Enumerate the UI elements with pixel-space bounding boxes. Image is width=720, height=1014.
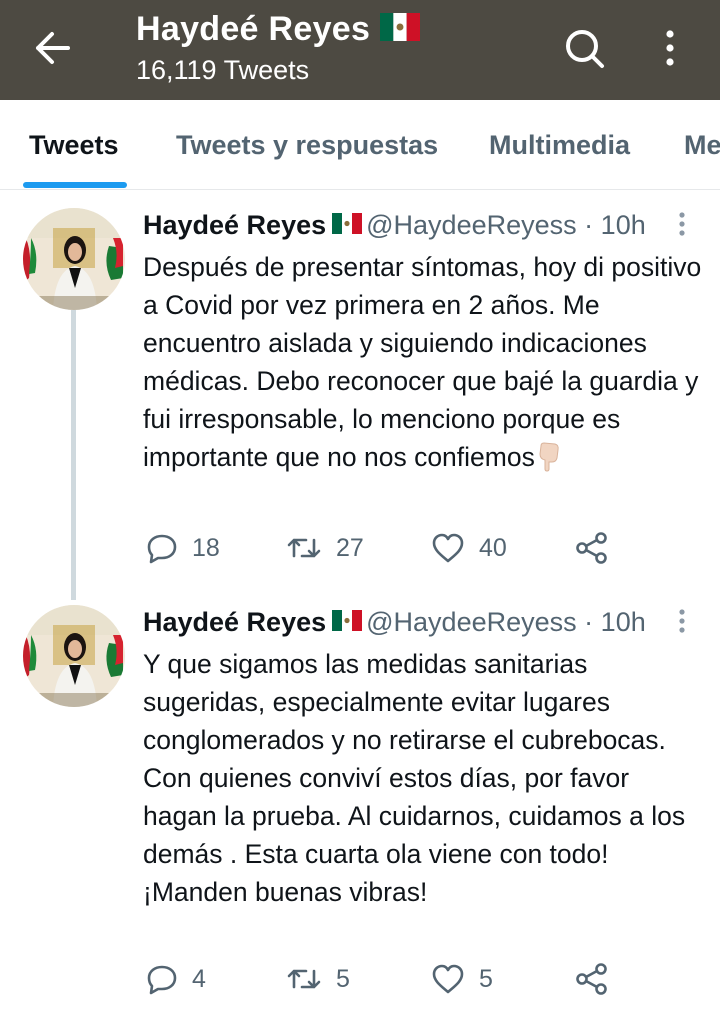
like-count: 5: [479, 964, 493, 993]
tab-multimedia[interactable]: Multimedia: [489, 130, 630, 161]
mexico-flag-icon: [332, 213, 363, 235]
avatar[interactable]: [23, 605, 125, 707]
tweet-count: 16,119 Tweets: [136, 55, 310, 85]
caret-more-icon: [679, 609, 685, 633]
search-button[interactable]: [560, 24, 608, 72]
caret-more-icon: [679, 212, 685, 236]
backhand-index-pointing-down-icon: [539, 442, 559, 472]
tweet-time: 10h: [600, 210, 646, 240]
back-arrow-icon: [36, 32, 70, 64]
reply-icon: [147, 534, 177, 564]
tweet-text: Y que sigamos las medidas sanitarias sug…: [143, 645, 703, 911]
profile-name: Haydeé Reyes: [136, 10, 371, 48]
mexico-flag-icon: [380, 13, 421, 42]
tab-me-gusta[interactable]: Me: [684, 130, 720, 161]
avatar-image: [23, 605, 125, 707]
share-button[interactable]: [575, 959, 623, 999]
retweet-button[interactable]: 27: [286, 528, 364, 568]
share-icon: [576, 532, 607, 564]
tweet-menu-button[interactable]: [672, 210, 692, 240]
author-name[interactable]: Haydeé Reyes: [143, 607, 326, 637]
tweet-header: Haydeé Reyes @HaydeeReyess · 10h: [143, 210, 646, 241]
tweet-body: Y que sigamos las medidas sanitarias sug…: [143, 649, 686, 907]
tweet-header: Haydeé Reyes @HaydeeReyess · 10h: [143, 607, 646, 638]
retweet-count: 27: [336, 533, 364, 562]
tab-tweets[interactable]: Tweets: [29, 130, 119, 161]
tweet-actions: 18 27 40: [143, 528, 703, 568]
search-icon: [566, 30, 604, 68]
tweet-menu-button[interactable]: [672, 607, 692, 637]
reply-button[interactable]: 4: [146, 959, 206, 999]
reply-count: 18: [192, 533, 220, 562]
time-separator: ·: [584, 607, 594, 637]
profile-tabs: Tweets Tweets y respuestas Multimedia Me: [0, 100, 720, 190]
like-button[interactable]: 5: [431, 959, 493, 999]
tweet-text: Después de presentar síntomas, hoy di po…: [143, 248, 703, 476]
reply-count: 4: [192, 964, 206, 993]
share-icon: [576, 963, 607, 995]
like-count: 40: [479, 533, 507, 562]
back-button[interactable]: [30, 28, 76, 68]
active-tab-indicator: [23, 182, 127, 188]
share-button[interactable]: [575, 528, 623, 568]
thread-line: [71, 310, 76, 600]
retweet-icon: [287, 969, 321, 989]
time-separator: ·: [584, 210, 594, 240]
like-button[interactable]: 40: [431, 528, 507, 568]
like-icon: [432, 533, 464, 563]
tweet-body: Después de presentar síntomas, hoy di po…: [143, 252, 702, 472]
like-icon: [432, 964, 464, 994]
retweet-count: 5: [336, 964, 350, 993]
author-name[interactable]: Haydeé Reyes: [143, 210, 326, 240]
author-handle[interactable]: @HaydeeReyess: [366, 607, 577, 637]
retweet-button[interactable]: 5: [286, 959, 350, 999]
tab-tweets-y-respuestas[interactable]: Tweets y respuestas: [176, 130, 438, 161]
profile-title: Haydeé Reyes: [136, 10, 421, 49]
reply-icon: [147, 965, 177, 995]
more-options-button[interactable]: [650, 24, 690, 72]
avatar-image: [23, 208, 125, 310]
mexico-flag-icon: [332, 610, 363, 632]
author-handle[interactable]: @HaydeeReyess: [366, 210, 577, 240]
tweet-time: 10h: [600, 607, 646, 637]
more-vertical-icon: [666, 30, 674, 66]
retweet-icon: [287, 538, 321, 558]
reply-button[interactable]: 18: [146, 528, 220, 568]
tweet-actions: 4 5 5: [143, 959, 703, 999]
profile-header: Haydeé Reyes 16,119 Tweets: [0, 0, 720, 100]
avatar[interactable]: [23, 208, 125, 310]
